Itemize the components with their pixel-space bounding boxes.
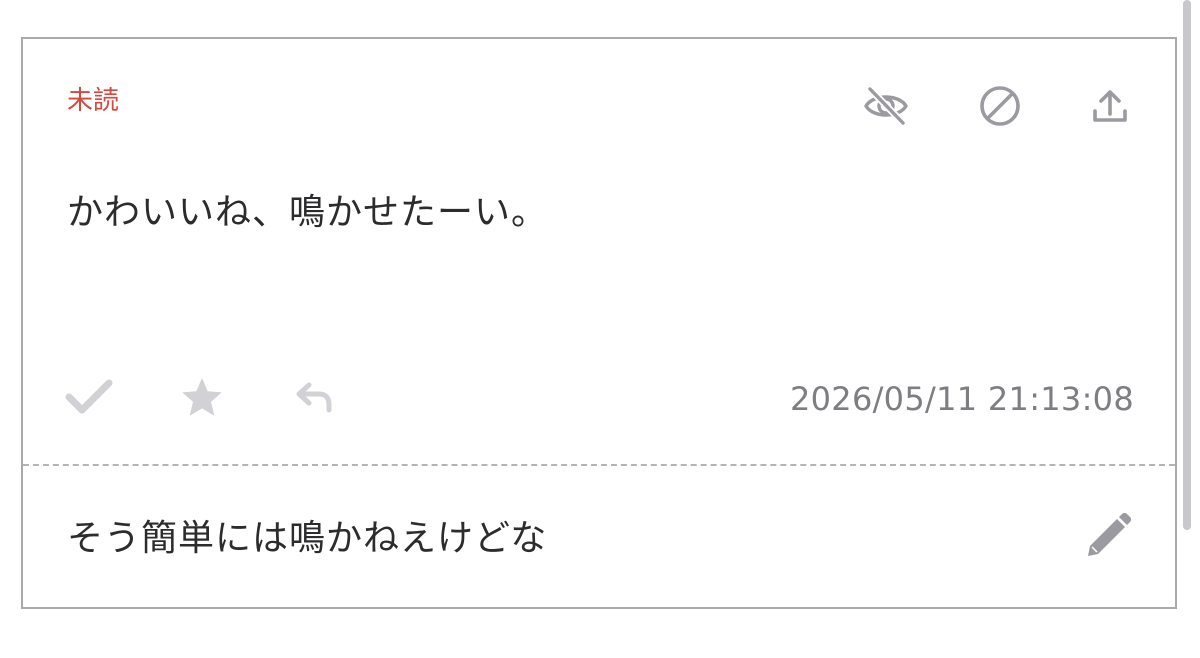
status-label: 未読 — [67, 86, 120, 116]
mark-read-button[interactable] — [63, 375, 115, 419]
hide-button[interactable] — [863, 83, 909, 129]
timestamp: 2026/05/11 21:13:08 — [789, 380, 1134, 418]
message-card: 未読 かわいいね、鳴かせたーい。 2026/05/11 21:13:08 そう簡… — [21, 37, 1177, 609]
scrollbar[interactable] — [1183, 0, 1191, 530]
reply-icon — [296, 382, 332, 413]
favorite-button[interactable] — [176, 375, 228, 419]
share-button[interactable] — [1087, 83, 1133, 129]
eye-off-icon — [864, 86, 908, 126]
page: 未読 かわいいね、鳴かせたーい。 2026/05/11 21:13:08 そう簡… — [0, 0, 1200, 658]
block-icon — [980, 86, 1020, 126]
pencil-icon — [1088, 512, 1132, 556]
share-icon — [1093, 90, 1127, 122]
divider — [23, 464, 1175, 466]
comment-text[interactable]: そう簡単には鳴かねえけどな — [67, 517, 547, 561]
check-icon — [65, 379, 113, 414]
block-button[interactable] — [977, 83, 1023, 129]
message-text: かわいいね、鳴かせたーい。 — [67, 192, 549, 233]
reply-button[interactable] — [288, 375, 340, 419]
star-icon — [182, 378, 222, 416]
edit-comment-button[interactable] — [1079, 509, 1135, 565]
